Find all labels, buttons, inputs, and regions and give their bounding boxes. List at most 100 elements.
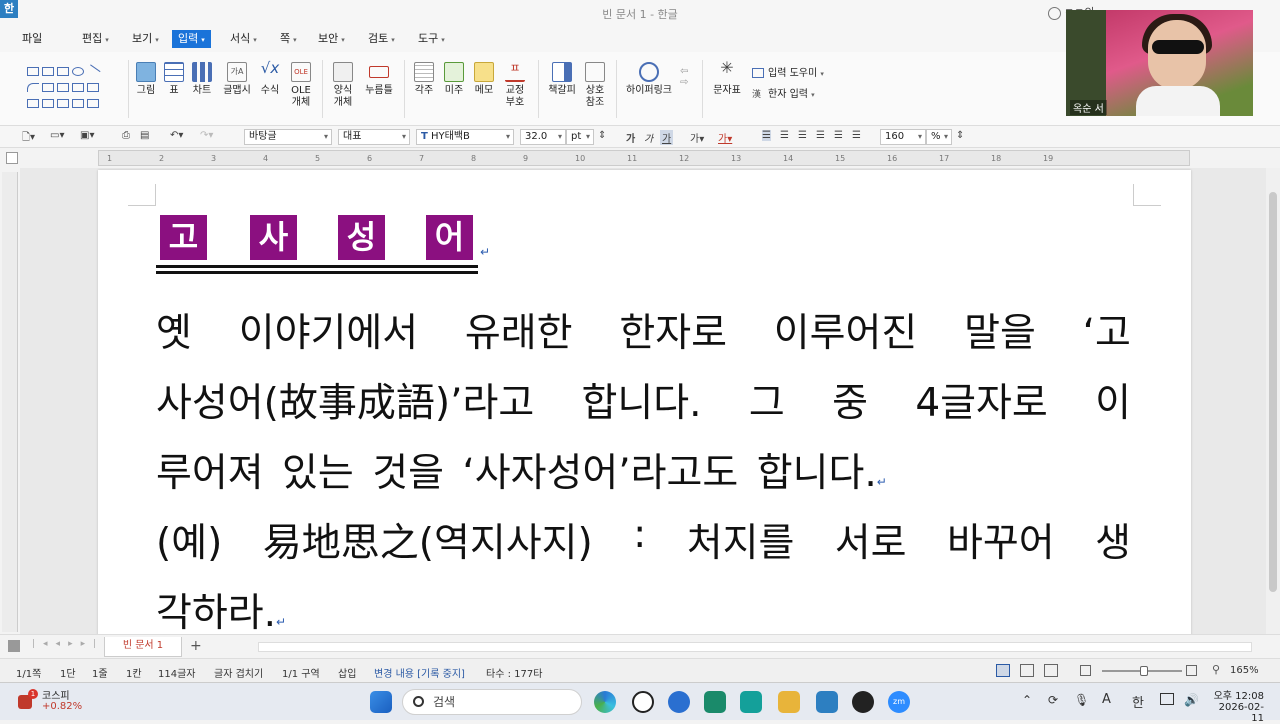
microphone-icon[interactable]: 🎙 (1074, 693, 1089, 707)
clock[interactable]: 오후 12:08 2026-02-11 (1208, 687, 1264, 724)
redo-icon[interactable]: ↷▾ (200, 130, 213, 141)
zoom-search-icon[interactable]: ⚲ (1212, 663, 1220, 676)
app-icon[interactable] (668, 691, 690, 713)
preview-icon[interactable]: ▤ (140, 130, 149, 141)
app-icon[interactable] (740, 691, 762, 713)
taskbar-search[interactable]: 검색 (402, 689, 582, 715)
menu-format[interactable]: 서식 ▾ (224, 30, 263, 48)
bold-icon[interactable]: 가 (626, 130, 635, 145)
view-mode-icon[interactable] (1044, 664, 1058, 677)
hyperlink-button[interactable]: 하이퍼링크 (624, 62, 674, 97)
form-object-button[interactable]: 양식 개체 (330, 62, 356, 109)
font-size-input[interactable]: 32.0 (520, 129, 566, 145)
hanja-input-button[interactable]: 漢 한자 입력 ▾ (752, 85, 815, 100)
stock-widget-icon[interactable]: 1 (18, 689, 38, 709)
line-spacing-unit[interactable]: % (926, 129, 952, 145)
vertical-scrollbar[interactable] (1266, 168, 1280, 634)
bookmark-button[interactable]: 책갈피 (546, 62, 578, 97)
status-track-changes[interactable]: 변경 내용 [기록 중지] (374, 665, 465, 680)
menu-review[interactable]: 검토 ▾ (362, 30, 401, 48)
footnote-button[interactable]: 각주 (412, 62, 436, 97)
scroll-thumb[interactable] (1269, 192, 1277, 592)
shape-gallery[interactable] (26, 64, 118, 114)
status-overwrite[interactable]: 글자 겹치기 (214, 665, 263, 680)
status-insert-mode[interactable]: 삽입 (338, 665, 356, 680)
menu-tools[interactable]: 도구 ▾ (412, 30, 451, 48)
new-document-icon[interactable]: 🗋▾ (22, 130, 35, 147)
underline-icon[interactable]: 가 (660, 130, 674, 145)
align-justify-icon[interactable]: ☰ (762, 130, 771, 141)
align-distribute-icon[interactable]: ☰ (834, 130, 843, 141)
zoom-app-icon[interactable]: zm (888, 691, 910, 713)
line-spacing-stepper[interactable]: ⇕ (956, 130, 964, 141)
tab-menu-icon[interactable] (8, 640, 20, 652)
video-call-overlay[interactable]: 옥순 서 (1066, 10, 1253, 116)
unit-select[interactable]: pt (566, 129, 594, 145)
edge-icon[interactable] (594, 691, 616, 713)
strikethrough-icon[interactable]: 가▾ (690, 130, 704, 145)
align-right-icon[interactable]: ☰ (816, 130, 825, 141)
tab-nav-arrows[interactable]: |◂◂▸▸| (32, 639, 104, 649)
vertical-ruler[interactable] (2, 172, 18, 632)
hangul-app-icon[interactable] (816, 691, 838, 713)
status-zoom[interactable]: 165% (1230, 665, 1259, 676)
zoom-page-icon[interactable] (1186, 665, 1197, 676)
insert-wordart-button[interactable]: 가A 글맵시 (222, 62, 252, 97)
app-icon[interactable] (704, 691, 726, 713)
document-page[interactable]: 고 사 성 어 ↵ 옛 이야기에서 유래한 한자로 이루어진 말을 ‘고 사성어(故事成語)… (98, 170, 1191, 634)
sync-icon[interactable]: ⟳ (1048, 693, 1058, 707)
menu-insert[interactable]: 입력 ▾ (172, 30, 211, 48)
insert-ole-button[interactable]: OLE OLE 개체 (288, 62, 314, 109)
chatgpt-icon[interactable] (632, 691, 654, 713)
field-button[interactable]: 누름틀 (362, 62, 396, 97)
add-tab-button[interactable]: + (190, 638, 202, 654)
align-left-icon[interactable]: ☰ (780, 130, 789, 141)
zoom-fit-icon[interactable] (1080, 665, 1091, 676)
menu-page[interactable]: 쪽 ▾ (274, 30, 303, 48)
insert-equation-button[interactable]: √x 수식 (258, 61, 282, 97)
ime-indicator[interactable]: 한 (1132, 692, 1144, 711)
symbol-button[interactable]: ✳ 문자표 (710, 60, 744, 97)
align-divide-icon[interactable]: ☰ (852, 130, 861, 141)
menu-view[interactable]: 보기 ▾ (126, 30, 165, 48)
memo-button[interactable]: 메모 (472, 62, 496, 97)
cross-reference-button[interactable]: 상호 참조 (582, 62, 608, 109)
open-folder-icon[interactable]: ▭▾ (50, 130, 64, 141)
zoom-slider[interactable] (1102, 666, 1182, 676)
font-color-icon[interactable]: 가▾ (718, 130, 732, 145)
print-icon[interactable]: ⎙ (122, 130, 130, 141)
ruler-toggle[interactable] (6, 152, 18, 164)
font-select[interactable]: T HY태백B (416, 129, 514, 145)
monitor-icon[interactable] (1160, 693, 1174, 705)
chevron-up-icon[interactable]: ⌃ (1022, 693, 1032, 707)
insert-picture-button[interactable]: 그림 (134, 62, 158, 97)
style-select[interactable]: 바탕글 (244, 129, 332, 145)
volume-icon[interactable]: 🔊 (1184, 693, 1199, 707)
insert-chart-button[interactable]: 차트 (190, 62, 214, 97)
windows-start-icon[interactable] (370, 691, 392, 713)
view-mode-icon[interactable] (1020, 664, 1034, 677)
italic-icon[interactable]: 가 (644, 130, 653, 145)
undo-icon[interactable]: ↶▾ (170, 130, 183, 141)
proofread-mark-button[interactable]: ㅍ 교정 부호 (502, 62, 528, 109)
menu-security[interactable]: 보안 ▾ (312, 30, 351, 48)
align-center-icon[interactable]: ☰ (798, 130, 807, 141)
horizontal-ruler[interactable]: 1 2 3 4 5 6 7 8 9 10 11 12 13 14 15 16 17 18 19 (98, 150, 1190, 166)
media-player-icon[interactable] (852, 691, 874, 713)
input-helper-button[interactable]: 입력 도우미 ▾ (752, 64, 824, 79)
endnote-button[interactable]: 미주 (442, 62, 466, 97)
line-spacing-input[interactable]: 160 (880, 129, 926, 145)
file-explorer-icon[interactable] (778, 691, 800, 713)
font-a-icon[interactable]: A (1102, 692, 1111, 707)
menu-file[interactable]: 파일 (16, 30, 48, 48)
ruler-tick-label: 11 (627, 154, 638, 163)
menu-edit[interactable]: 편집 ▾ (76, 30, 115, 48)
view-mode-icon[interactable] (996, 664, 1010, 677)
language-select[interactable]: 대표 (338, 129, 410, 145)
save-icon[interactable]: ▣▾ (80, 130, 94, 141)
tab-document-1[interactable]: 빈 문서 1 (104, 637, 182, 657)
size-stepper[interactable]: ⇕ (598, 130, 606, 141)
insert-table-button[interactable]: 표 (164, 62, 184, 97)
zoom-slider-knob[interactable] (1140, 666, 1148, 676)
horizontal-scrollbar[interactable] (258, 642, 1252, 652)
